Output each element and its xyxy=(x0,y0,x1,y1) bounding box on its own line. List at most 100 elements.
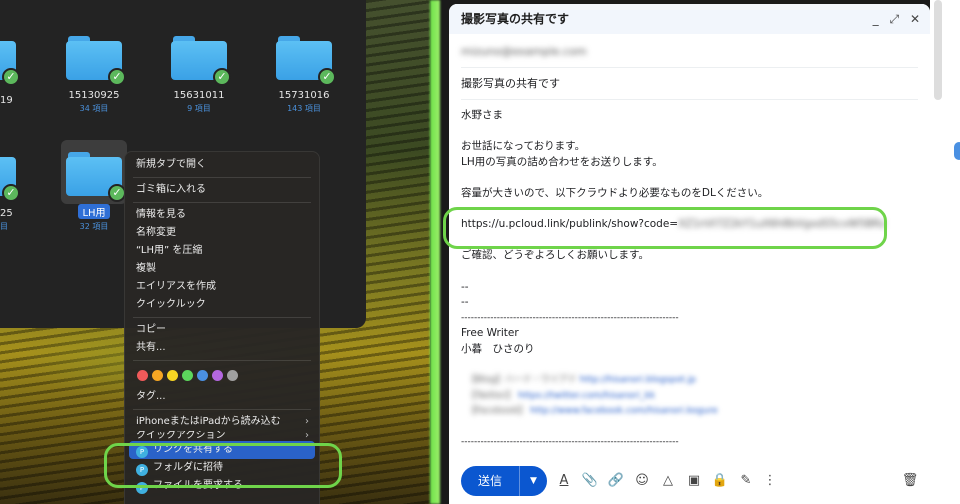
folder-name: 25 xyxy=(0,208,13,219)
more-options-icon[interactable]: ⋮ xyxy=(761,472,779,490)
scrollbar[interactable] xyxy=(934,0,942,100)
signature-link[interactable]: http://hisanori.blogspot.jp xyxy=(580,375,696,385)
menu-item-label: フォルダに招待 xyxy=(153,462,223,473)
menu-separator xyxy=(133,409,311,410)
compose-title: 撮影写真の共有です xyxy=(461,12,570,26)
menu-item-label: iPhoneまたはiPadから読み込む xyxy=(136,416,281,427)
minimize-icon[interactable]: _ xyxy=(873,12,879,26)
folder-15631011[interactable]: ✓ 15631011 9 項目 xyxy=(159,36,239,114)
synced-check-icon: ✓ xyxy=(2,68,20,86)
folder-icon: ✓ xyxy=(66,152,126,202)
link-prefix: https://u.pcloud.link/publink/show?code= xyxy=(461,218,679,231)
folder-15731016[interactable]: ✓ 15731016 143 項目 xyxy=(264,36,344,114)
pcloud-icon: P xyxy=(136,482,148,494)
menu-item-tags[interactable]: タグ... xyxy=(125,388,319,406)
compose-header: 撮影写真の共有です _ ⤢ ✕ xyxy=(449,4,930,34)
menu-separator xyxy=(133,317,311,318)
chevron-down-icon[interactable]: ▼ xyxy=(519,466,547,496)
compose-toolbar: 送信 ▼ A 📎 🔗 ☺ △ ▣ 🔒 ✎ ⋮ 🗑 xyxy=(461,466,921,496)
body-line: LH用の写真の詰め合わせをお送りします。 xyxy=(461,155,663,168)
to-field[interactable]: mizuno@example.com xyxy=(461,36,918,68)
emoji-icon[interactable]: ☺ xyxy=(633,472,651,490)
chevron-right-icon: › xyxy=(305,416,309,427)
signature-role: Free Writer xyxy=(461,327,519,340)
expand-icon[interactable]: ⤢ xyxy=(890,12,900,26)
signature-label: 【Blog】ハード・ワイアド xyxy=(467,375,577,386)
menu-item-share[interactable]: 共有... xyxy=(125,339,319,357)
to-recipient: mizuno@example.com xyxy=(461,45,587,58)
tag-colors[interactable] xyxy=(125,364,319,388)
menu-item-request-file[interactable]: P ファイルを要求する xyxy=(125,477,319,495)
menu-item-make-alias[interactable]: エイリアスを作成 xyxy=(125,278,319,296)
body-line: ご確認、どうぞよろしくお願いします。 xyxy=(461,249,649,262)
folder-partial-2[interactable]: ✓ xyxy=(0,152,28,202)
text-format-icon[interactable]: A xyxy=(555,472,573,490)
menu-item-duplicate[interactable]: 複製 xyxy=(125,260,319,278)
menu-item-move-to-trash[interactable]: ゴミ箱に入れる xyxy=(125,181,319,199)
signature-link[interactable]: https://twitter.com/hisanori_kk xyxy=(518,391,655,401)
signature-blog: 【Blog】ハード・ワイアド http://hisanori.blogspot.… xyxy=(461,373,921,389)
menu-item-rename[interactable]: 名称変更 xyxy=(125,224,319,242)
folder-icon: ✓ xyxy=(276,36,336,86)
menu-separator xyxy=(133,360,311,361)
signature-pen-icon[interactable]: ✎ xyxy=(737,472,755,490)
side-panel-indicator xyxy=(954,142,960,160)
menu-item-quick-look[interactable]: クイックルック xyxy=(125,296,319,314)
body-greeting: 水野さま xyxy=(461,109,503,121)
send-button[interactable]: 送信 ▼ xyxy=(461,466,547,496)
synced-check-icon: ✓ xyxy=(2,184,20,202)
lock-clock-icon[interactable]: 🔒 xyxy=(711,472,729,490)
signature-dash: -- xyxy=(461,280,469,293)
folder-count: 目 xyxy=(0,222,8,231)
link-icon[interactable]: 🔗 xyxy=(607,472,625,490)
menu-item-invite-folder[interactable]: P フォルダに招待 xyxy=(125,459,319,477)
trash-icon[interactable]: 🗑 xyxy=(901,472,919,490)
drive-icon[interactable]: △ xyxy=(659,472,677,490)
signature-rule: ----------------------------------------… xyxy=(461,312,679,323)
chevron-right-icon: › xyxy=(305,431,309,441)
subject-field[interactable]: 撮影写真の共有です xyxy=(461,68,918,100)
menu-item-label: クイックアクション xyxy=(136,431,226,441)
share-link[interactable]: https://u.pcloud.link/publink/show?code=… xyxy=(461,217,921,233)
menu-item-get-info[interactable]: 情報を見る xyxy=(125,206,319,224)
folder-icon: ✓ xyxy=(0,152,20,202)
signature-dash: -- xyxy=(461,296,469,309)
message-body[interactable]: 水野さま お世話になっております。 LH用の写真の詰め合わせをお送りします。 容… xyxy=(461,108,921,451)
tag-purple[interactable] xyxy=(212,370,223,381)
pcloud-icon: P xyxy=(136,446,148,458)
context-menu[interactable]: 新規タブで開く ゴミ箱に入れる 情報を見る 名称変更 “LH用” を圧縮 複製 … xyxy=(124,151,320,504)
menu-separator xyxy=(133,202,311,203)
menu-item-label: ファイルを要求する xyxy=(153,480,243,491)
tag-gray[interactable] xyxy=(227,370,238,381)
folder-name: LH用 xyxy=(78,204,110,219)
menu-item-open-new-tab[interactable]: 新規タブで開く xyxy=(125,156,319,174)
compose-window[interactable]: 撮影写真の共有です _ ⤢ ✕ mizuno@example.com 撮影写真の… xyxy=(449,4,930,504)
folder-name: 15130925 xyxy=(68,90,120,101)
body-line: 容量が大きいので、以下クラウドより必要なものをDLください。 xyxy=(461,186,769,199)
synced-check-icon: ✓ xyxy=(213,68,231,86)
tag-yellow[interactable] xyxy=(167,370,178,381)
menu-item-copy[interactable]: コピー xyxy=(125,321,319,339)
photo-icon[interactable]: ▣ xyxy=(685,472,703,490)
menu-item-quick-actions[interactable]: クイックアクション › xyxy=(125,431,319,441)
signature-link[interactable]: http://www.facebook.com/hisanori.kogure xyxy=(530,406,717,416)
menu-item-import-iphone[interactable]: iPhoneまたはiPadから読み込む › xyxy=(125,413,319,431)
tag-blue[interactable] xyxy=(197,370,208,381)
body-line: お世話になっております。 xyxy=(461,140,586,153)
signature-facebook: 【Facebook】 http://www.facebook.com/hisan… xyxy=(461,404,921,420)
menu-item-compress[interactable]: “LH用” を圧縮 xyxy=(125,242,319,260)
tag-orange[interactable] xyxy=(152,370,163,381)
close-icon[interactable]: ✕ xyxy=(910,12,920,26)
tag-red[interactable] xyxy=(137,370,148,381)
attach-icon[interactable]: 📎 xyxy=(581,472,599,490)
synced-check-icon: ✓ xyxy=(318,68,336,86)
folder-partial-1[interactable]: ✓ xyxy=(0,36,28,86)
folder-icon: ✓ xyxy=(0,36,20,86)
folder-count: 32 項目 xyxy=(79,222,109,231)
menu-item-share-link[interactable]: P リンクを共有する xyxy=(129,441,315,459)
tag-green[interactable] xyxy=(182,370,193,381)
window-divider-glow xyxy=(430,0,440,504)
folder-lh[interactable]: ✓ LH用 32 項目 xyxy=(54,152,134,232)
folder-15130925[interactable]: ✓ 15130925 34 項目 xyxy=(54,36,134,114)
folder-count: 143 項目 xyxy=(287,104,321,113)
